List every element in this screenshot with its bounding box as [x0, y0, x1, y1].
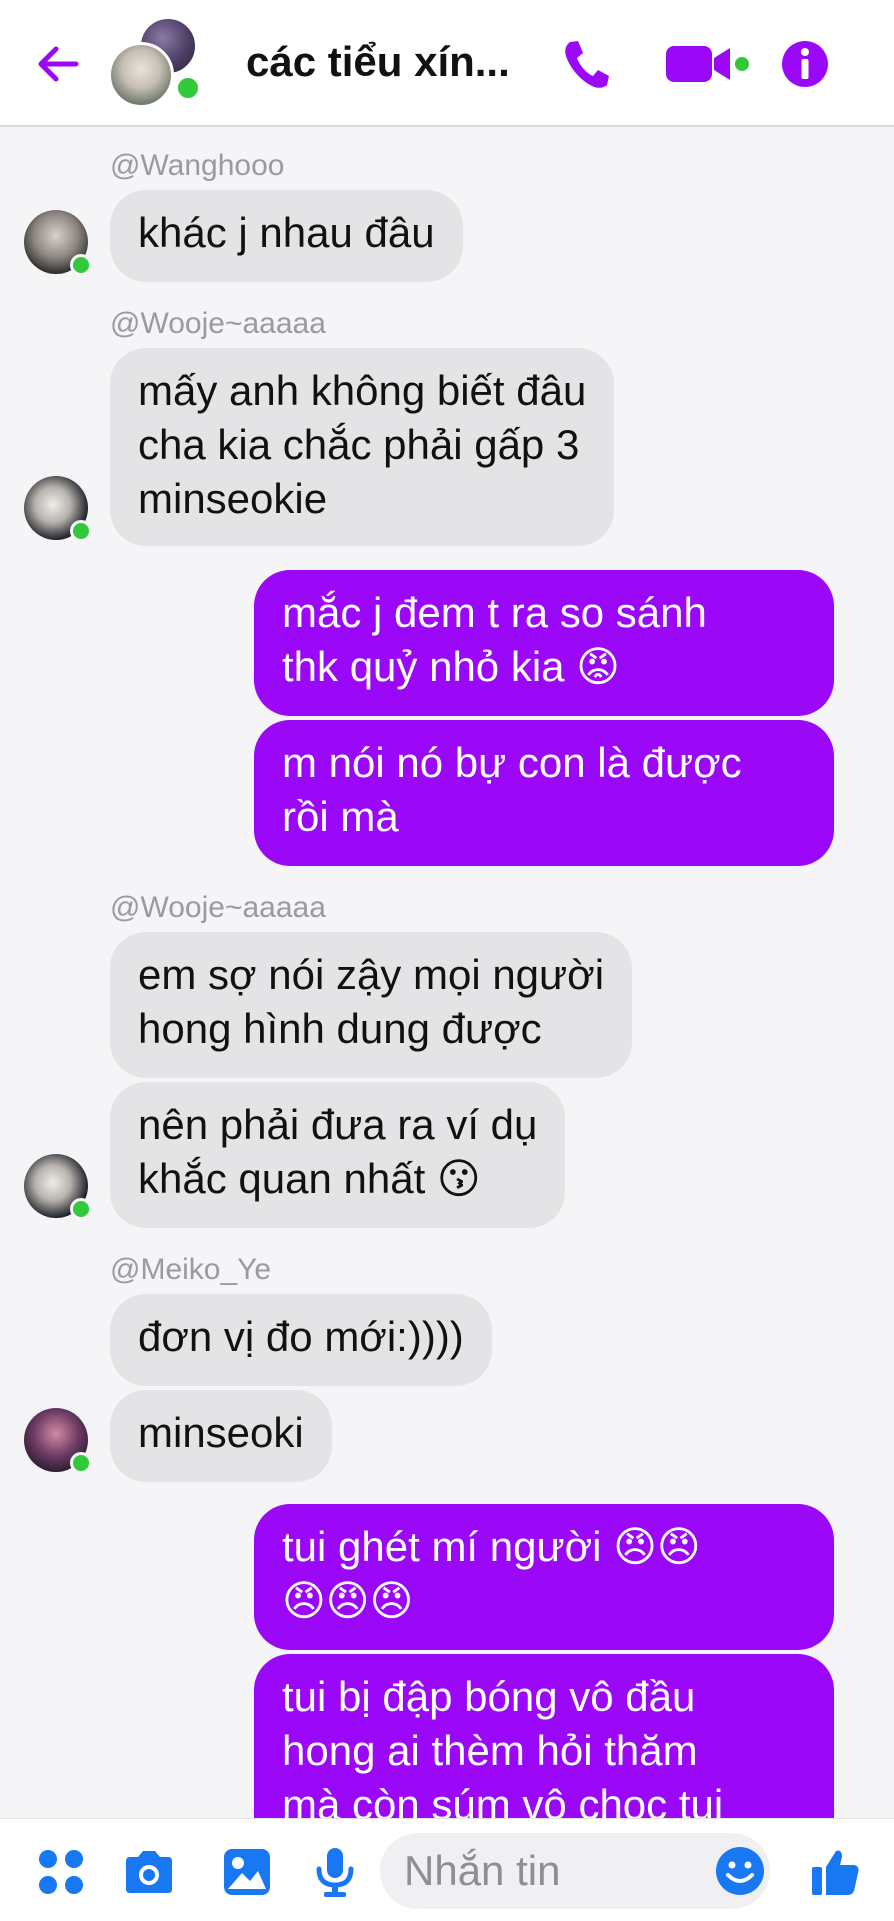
message-list[interactable]: @Wanghooo khác j nhau đâu @Wooje~aaaaa m… [0, 128, 894, 1818]
incoming-message[interactable]: đơn vị đo mới:)))) [110, 1294, 492, 1386]
incoming-message[interactable]: mấy anh không biết đâu cha kia chắc phải… [110, 348, 615, 546]
incoming-message[interactable]: em sợ nói zậy mọi người hong hình dung đ… [110, 932, 633, 1078]
emoji-icon[interactable] [714, 1845, 766, 1897]
gallery-icon[interactable] [220, 1845, 274, 1899]
sender-avatar[interactable] [24, 210, 92, 276]
composer-bar: Nhắn tin [0, 1818, 894, 1921]
back-arrow-icon[interactable] [34, 40, 82, 88]
sender-name: @Wanghooo [110, 149, 285, 182]
group-avatar[interactable] [108, 16, 202, 108]
online-indicator [70, 1452, 92, 1474]
online-indicator [70, 520, 92, 542]
video-camera-icon[interactable] [664, 36, 752, 92]
incoming-message[interactable]: nên phải đưa ra ví dụ khắc quan nhất 😗 [110, 1082, 566, 1228]
sender-name: @Meiko_Ye [110, 1253, 272, 1286]
online-indicator [70, 254, 92, 276]
camera-icon[interactable] [122, 1845, 176, 1899]
outgoing-message[interactable]: m nói nó bự con là được rồi mà [254, 720, 834, 866]
outgoing-message[interactable]: mắc j đem t ra so sánh thk quỷ nhỏ kia 😡 [254, 570, 834, 716]
outgoing-message[interactable]: tui bị đập bóng vô đầu hong ai thèm hỏi … [254, 1654, 834, 1818]
incoming-message[interactable]: minseoki [110, 1390, 332, 1482]
incoming-message[interactable]: khác j nhau đâu [110, 190, 463, 282]
sender-name: @Wooje~aaaaa [110, 307, 326, 340]
chat-title[interactable]: các tiểu xín... [246, 32, 526, 92]
thumbs-up-icon[interactable] [808, 1845, 862, 1899]
outgoing-message[interactable]: tui ghét mí người 😠😠 😠😠😠 [254, 1504, 834, 1650]
sender-avatar[interactable] [24, 476, 92, 542]
message-input[interactable]: Nhắn tin [380, 1833, 770, 1909]
microphone-icon[interactable] [308, 1845, 362, 1899]
sender-name: @Wooje~aaaaa [110, 891, 326, 924]
online-indicator [174, 74, 202, 102]
info-icon[interactable] [780, 36, 830, 92]
sender-avatar[interactable] [24, 1154, 92, 1220]
online-indicator [70, 1198, 92, 1220]
phone-icon[interactable] [560, 36, 610, 92]
member-avatar [108, 42, 174, 108]
apps-icon[interactable] [34, 1845, 88, 1899]
sender-avatar[interactable] [24, 1408, 92, 1474]
message-input-placeholder: Nhắn tin [404, 1847, 561, 1894]
chat-header: các tiểu xín... [0, 0, 894, 127]
